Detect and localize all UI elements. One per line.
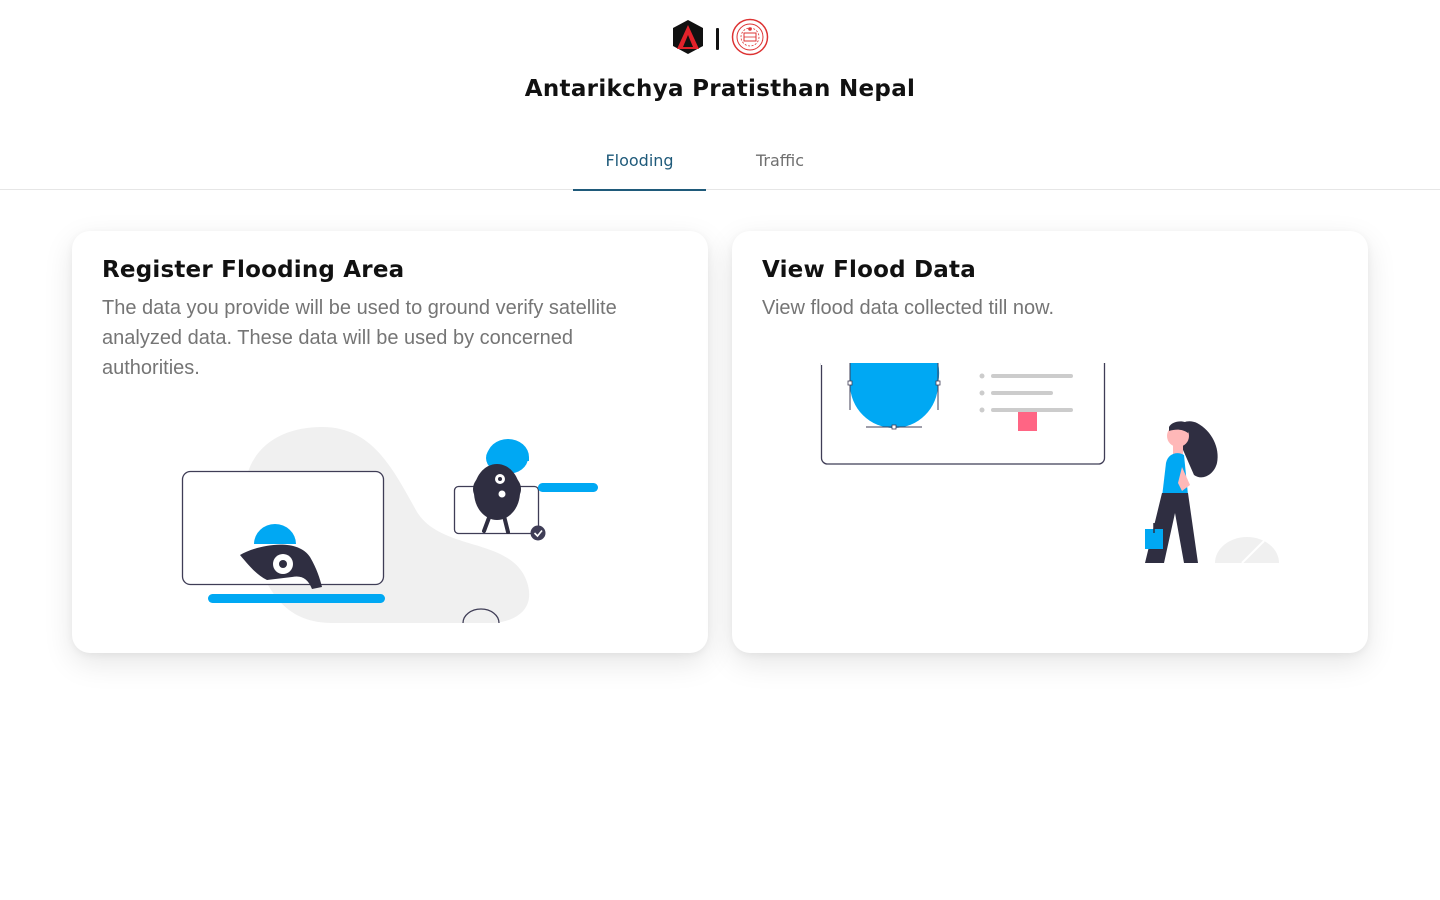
view-flood-data-card[interactable]: View Flood Data View flood data collecte…	[732, 231, 1368, 653]
tab-traffic[interactable]: Traffic	[706, 130, 854, 190]
dashboard-viewing-illustration	[732, 340, 1368, 564]
card-description: The data you provide will be used to gro…	[102, 297, 617, 379]
page-header: Antarikchya Pratisthan Nepal Flooding Tr…	[0, 0, 1440, 191]
card-description: View flood data collected till now.	[762, 297, 1055, 319]
logo-bar	[0, 18, 1440, 60]
register-flooding-card[interactable]: Register Flooding Area The data you prov…	[72, 231, 708, 653]
government-seal-icon[interactable]	[731, 18, 769, 60]
org-logo-icon[interactable]	[672, 19, 704, 59]
tab-flooding[interactable]: Flooding	[573, 130, 706, 191]
cards-container: Register Flooding Area The data you prov…	[72, 231, 1368, 653]
page-title: Antarikchya Pratisthan Nepal	[524, 76, 916, 102]
card-title: View Flood Data	[762, 257, 976, 283]
data-entry-illustration	[72, 417, 708, 624]
card-title: Register Flooding Area	[102, 257, 405, 283]
tab-bar: Flooding Traffic	[573, 130, 854, 191]
logo-divider	[715, 28, 719, 50]
